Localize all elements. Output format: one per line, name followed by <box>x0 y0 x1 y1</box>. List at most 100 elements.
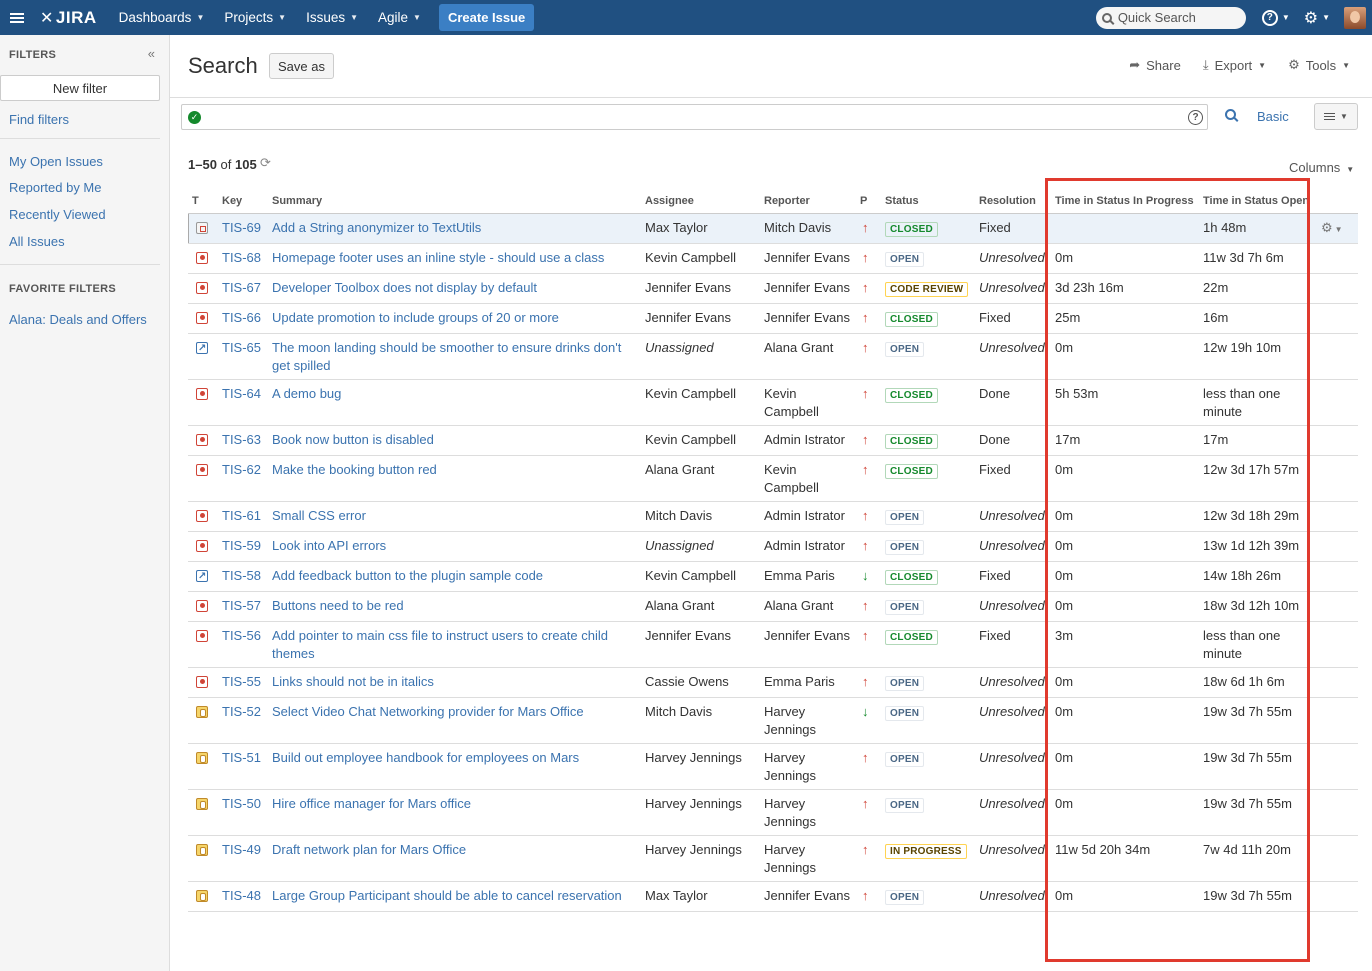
issue-summary-link[interactable]: Hire office manager for Mars office <box>272 796 471 811</box>
issue-summary-link[interactable]: Small CSS error <box>272 508 366 523</box>
col-status[interactable]: Status <box>881 189 975 214</box>
issue-summary-link[interactable]: Add a String anonymizer to TextUtils <box>272 220 481 235</box>
issue-key-link[interactable]: TIS-64 <box>222 386 261 401</box>
quick-search-input[interactable]: Quick Search <box>1095 6 1246 29</box>
issue-summary-link[interactable]: Update promotion to include groups of 20… <box>272 310 559 325</box>
row-actions-gear-icon[interactable]: ⚙ ▼ <box>1321 220 1343 235</box>
col-summary[interactable]: Summary <box>268 189 641 214</box>
issue-key-link[interactable]: TIS-61 <box>222 508 261 523</box>
col-assignee[interactable]: Assignee <box>641 189 760 214</box>
collapse-sidebar-icon[interactable]: « <box>148 46 155 61</box>
issue-summary-link[interactable]: Developer Toolbox does not display by de… <box>272 280 537 295</box>
layout-switcher-button[interactable]: ▼ <box>1314 103 1358 130</box>
table-row[interactable]: TIS-55 Links should not be in italics Cass… <box>188 667 1358 698</box>
table-row[interactable]: TIS-63 Book now button is disabled Kevin C… <box>188 425 1358 456</box>
new-filter-button[interactable]: New filter <box>0 75 160 101</box>
sidebar-item-recently-viewed[interactable]: Recently Viewed <box>9 207 106 222</box>
col-time-in-progress[interactable]: Time in Status In Progress <box>1051 189 1199 214</box>
issue-key-link[interactable]: TIS-57 <box>222 598 261 613</box>
issue-summary-link[interactable]: Make the booking button red <box>272 462 437 477</box>
sidebar-item-my-open-issues[interactable]: My Open Issues <box>9 154 103 169</box>
nav-issues[interactable]: Issues ▼ <box>296 0 368 35</box>
table-row[interactable]: TIS-59 Look into API errors Unassigned Admi… <box>188 531 1358 562</box>
table-row[interactable]: TIS-51 Build out employee handbook for em… <box>188 743 1358 790</box>
issue-key-link[interactable]: TIS-50 <box>222 796 261 811</box>
issue-key-link[interactable]: TIS-67 <box>222 280 261 295</box>
jira-logo[interactable]: ✕ JIRA <box>40 8 97 28</box>
issue-summary-link[interactable]: Book now button is disabled <box>272 432 434 447</box>
issue-summary-link[interactable]: Homepage footer uses an inline style - s… <box>272 250 604 265</box>
table-row[interactable]: TIS-67 Developer Toolbox does not display… <box>188 273 1358 304</box>
issue-key-link[interactable]: TIS-56 <box>222 628 261 643</box>
create-issue-button[interactable]: Create Issue <box>438 4 535 31</box>
table-row[interactable]: TIS-62 Make the booking button red Alana G… <box>188 455 1358 502</box>
col-priority[interactable]: P <box>856 189 881 214</box>
priority-up-icon: ↑ <box>862 219 869 235</box>
issue-key-link[interactable]: TIS-51 <box>222 750 261 765</box>
issue-key-link[interactable]: TIS-62 <box>222 462 261 477</box>
table-row[interactable]: TIS-66 Update promotion to include groups… <box>188 303 1358 334</box>
nav-projects[interactable]: Projects ▼ <box>214 0 296 35</box>
col-type[interactable]: T <box>188 189 218 214</box>
save-as-button[interactable]: Save as <box>269 53 334 79</box>
jql-search-input[interactable]: ✓ ? <box>181 104 1208 130</box>
table-row[interactable]: TIS-56 Add pointer to main css file to in… <box>188 621 1358 668</box>
table-row[interactable]: TIS-50 Hire office manager for Mars offic… <box>188 789 1358 836</box>
issue-key-link[interactable]: TIS-66 <box>222 310 261 325</box>
issue-summary-link[interactable]: Links should not be in italics <box>272 674 434 689</box>
col-resolution[interactable]: Resolution <box>975 189 1051 214</box>
app-switcher-icon[interactable] <box>0 0 34 35</box>
help-menu[interactable]: ? ▼ <box>1261 9 1290 26</box>
share-button[interactable]: ➦ Share <box>1129 57 1181 73</box>
sidebar-item-favorite-filter[interactable]: Alana: Deals and Offers <box>9 312 147 327</box>
status-badge: OPEN <box>885 751 925 767</box>
issue-key-link[interactable]: TIS-48 <box>222 888 261 903</box>
issue-summary-link[interactable]: Look into API errors <box>272 538 386 553</box>
table-row[interactable]: TIS-68 Homepage footer uses an inline sty… <box>188 243 1358 274</box>
basic-mode-link[interactable]: Basic <box>1257 109 1289 124</box>
issue-summary-link[interactable]: Large Group Participant should be able t… <box>272 888 622 903</box>
tools-button[interactable]: ⚙ Tools ▼ <box>1288 57 1350 73</box>
issue-summary-link[interactable]: Add pointer to main css file to instruct… <box>272 628 608 661</box>
issue-key-link[interactable]: TIS-68 <box>222 250 261 265</box>
table-row[interactable]: TIS-49 Draft network plan for Mars Office… <box>188 835 1358 882</box>
sidebar-item-all-issues[interactable]: All Issues <box>9 234 65 249</box>
table-row[interactable]: TIS-69 Add a String anonymizer to TextUti… <box>188 213 1358 244</box>
col-reporter[interactable]: Reporter <box>760 189 856 214</box>
issue-summary-link[interactable]: Build out employee handbook for employee… <box>272 750 579 765</box>
nav-dashboards[interactable]: Dashboards ▼ <box>109 0 215 35</box>
issue-key-link[interactable]: TIS-55 <box>222 674 261 689</box>
col-key[interactable]: Key <box>218 189 268 214</box>
sidebar-item-reported-by-me[interactable]: Reported by Me <box>9 180 102 195</box>
columns-button[interactable]: Columns ▼ <box>1289 160 1354 175</box>
nav-agile[interactable]: Agile ▼ <box>368 0 431 35</box>
issue-key-link[interactable]: TIS-52 <box>222 704 261 719</box>
table-row[interactable]: TIS-61 Small CSS error Mitch Davis Admin Is… <box>188 501 1358 532</box>
issue-summary-link[interactable]: Add feedback button to the plugin sample… <box>272 568 543 583</box>
issue-key-link[interactable]: TIS-58 <box>222 568 261 583</box>
issue-summary-link[interactable]: Draft network plan for Mars Office <box>272 842 466 857</box>
table-row[interactable]: TIS-57 Buttons need to be red Alana Grant A… <box>188 591 1358 622</box>
admin-menu[interactable]: ⚙ ▼ <box>1304 8 1330 28</box>
issue-key-link[interactable]: TIS-49 <box>222 842 261 857</box>
table-row[interactable]: TIS-52 Select Video Chat Networking provi… <box>188 697 1358 744</box>
issue-key-link[interactable]: TIS-59 <box>222 538 261 553</box>
table-row[interactable]: TIS-64 A demo bug Kevin Campbell Kevin Camp… <box>188 379 1358 426</box>
avatar[interactable] <box>1344 6 1366 29</box>
issue-key-link[interactable]: TIS-63 <box>222 432 261 447</box>
search-icon[interactable] <box>1225 109 1236 120</box>
syntax-help-icon[interactable]: ? <box>1188 110 1203 125</box>
issue-key-link[interactable]: TIS-65 <box>222 340 261 355</box>
export-button[interactable]: ⤓ Export ▼ <box>1203 57 1266 73</box>
issue-summary-link[interactable]: A demo bug <box>272 386 341 401</box>
issue-summary-link[interactable]: Buttons need to be red <box>272 598 404 613</box>
issue-summary-link[interactable]: Select Video Chat Networking provider fo… <box>272 704 584 719</box>
find-filters-link[interactable]: Find filters <box>9 112 69 127</box>
table-row[interactable]: TIS-65 The moon landing should be smoothe… <box>188 333 1358 380</box>
table-row[interactable]: TIS-58 Add feedback button to the plugin … <box>188 561 1358 592</box>
refresh-icon[interactable]: ⟳ <box>260 155 271 171</box>
issue-summary-link[interactable]: The moon landing should be smoother to e… <box>272 340 621 373</box>
col-time-open[interactable]: Time in Status Open <box>1199 189 1317 214</box>
issue-key-link[interactable]: TIS-69 <box>222 220 261 235</box>
table-row[interactable]: TIS-48 Large Group Participant should be … <box>188 881 1358 912</box>
